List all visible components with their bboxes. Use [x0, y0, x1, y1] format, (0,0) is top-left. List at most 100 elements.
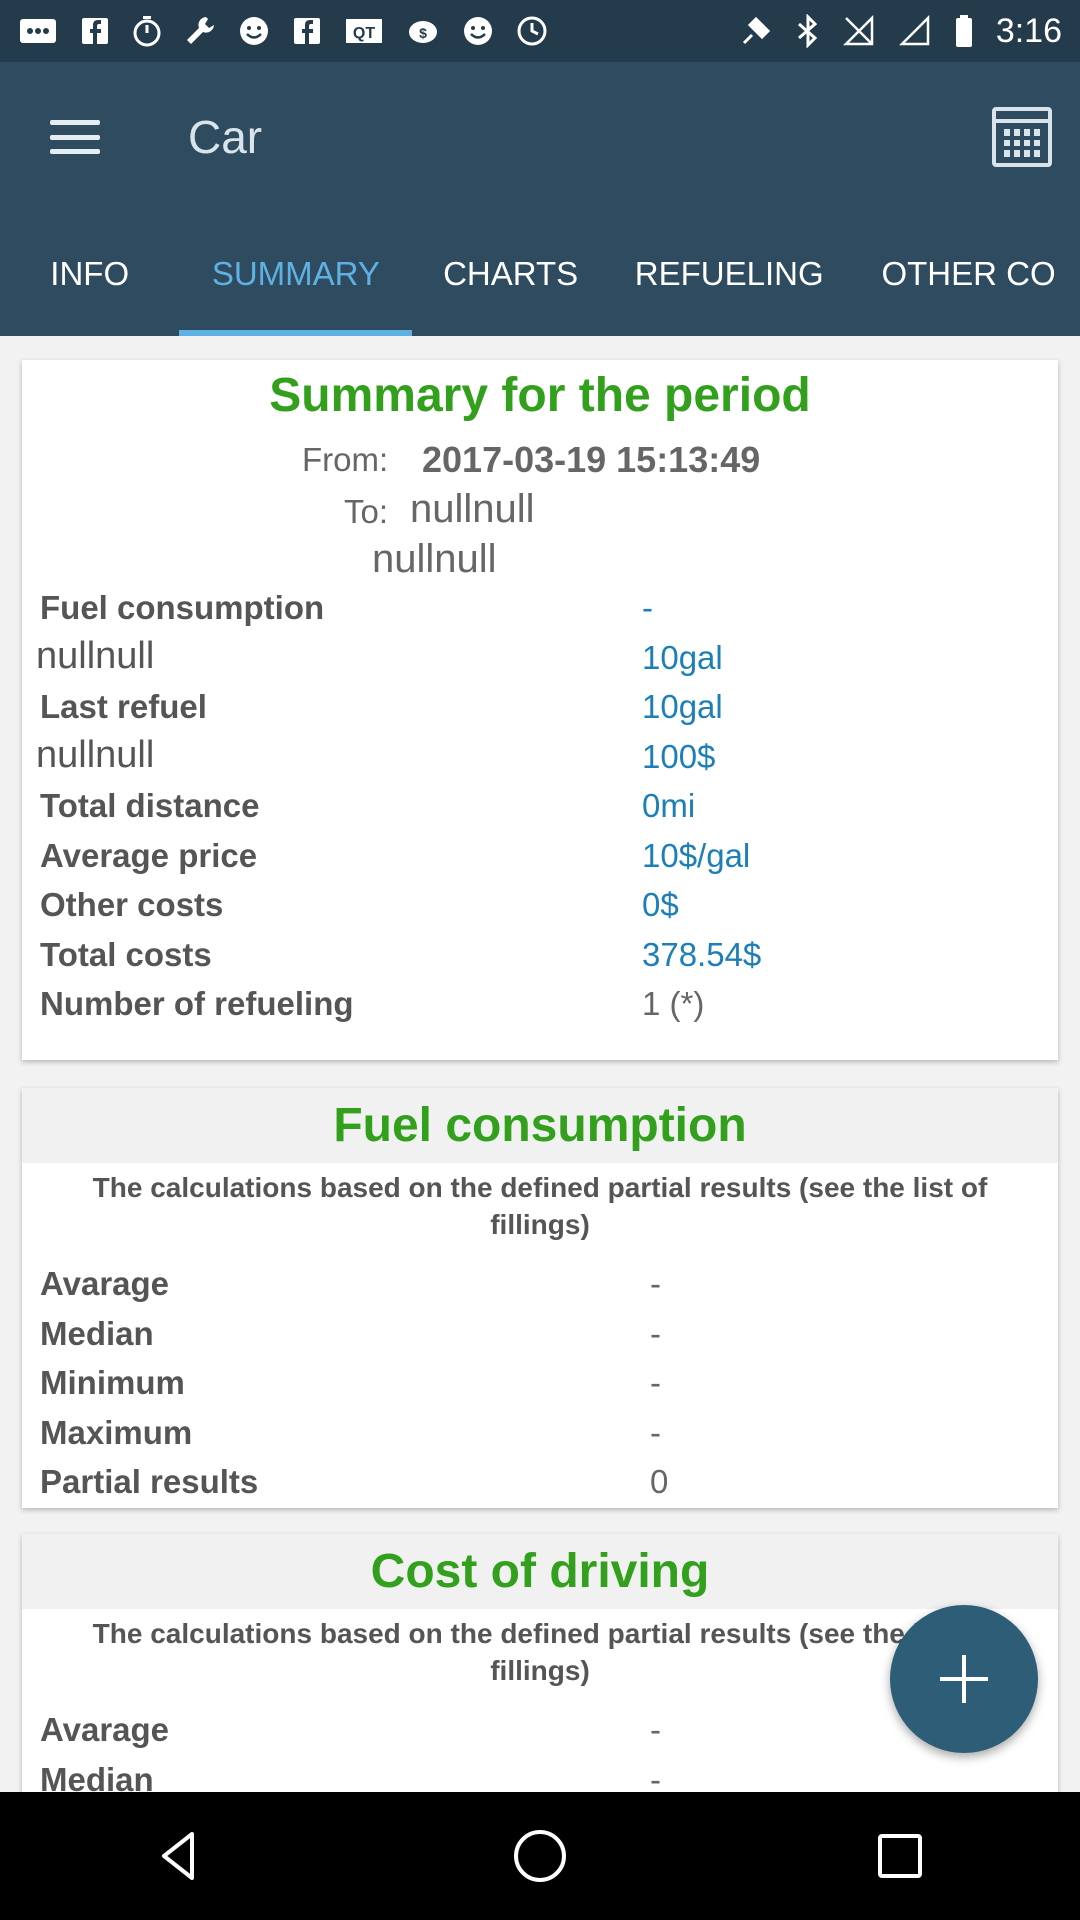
menu-button[interactable]: [0, 62, 150, 212]
status-time: 3:16: [995, 11, 1062, 50]
row-value: -: [650, 1314, 661, 1352]
back-button[interactable]: [120, 1796, 240, 1916]
row-label: Median: [40, 1314, 154, 1352]
row-value: 10gal: [642, 688, 723, 725]
fuel-row: Minimum -: [22, 1358, 1058, 1408]
tab-charts[interactable]: CHARTS: [412, 212, 609, 336]
fuel-row: Partial results 0: [22, 1457, 1058, 1507]
row-value: 378.54$: [642, 935, 762, 973]
tab-info[interactable]: INFO: [0, 212, 179, 336]
row-value: 0$: [642, 886, 679, 923]
fake-gps-icon: [742, 16, 770, 45]
summary-row: nullnull 100$: [22, 732, 1058, 782]
from-value: 2017-03-19 15:13:49: [422, 439, 761, 480]
row-label: Average price: [40, 836, 258, 874]
qt-icon: QT: [346, 19, 382, 43]
smiley-icon: [240, 17, 268, 45]
row-value: 10$/gal: [642, 836, 751, 874]
summary-row: Other costs 0$: [22, 880, 1058, 930]
plus-icon: [940, 1655, 988, 1703]
row-label: Last refuel: [40, 688, 207, 725]
row-value: 10gal: [642, 638, 723, 676]
period-block: From: 2017-03-19 15:13:49 To: nullnull n…: [22, 423, 1058, 583]
to-value: nullnull: [410, 487, 535, 531]
calendar-icon: [1004, 129, 1040, 157]
row-value: -: [642, 589, 653, 626]
home-button[interactable]: [480, 1796, 600, 1916]
navigation-bar: [0, 1792, 1080, 1920]
row-value: -: [650, 1265, 661, 1302]
cost-row: Median -: [22, 1755, 1058, 1793]
recents-button[interactable]: [840, 1796, 960, 1916]
tab-other-costs[interactable]: OTHER CO: [849, 212, 1080, 336]
page-title: Car: [188, 111, 263, 163]
row-value: -: [650, 1760, 661, 1793]
fuel-consumption-header: Fuel consumption: [22, 1088, 1058, 1163]
summary-row: nullnull 10gal: [22, 633, 1058, 683]
fuel-consumption-note: The calculations based on the defined pa…: [92, 1172, 988, 1240]
battery-icon: [955, 15, 972, 47]
row-value: 0: [650, 1463, 669, 1500]
row-label: Fuel consumption: [40, 589, 325, 626]
row-label: Total distance: [40, 787, 260, 824]
cost-of-driving-title: Cost of driving: [370, 1545, 710, 1598]
signal-off-icon: [842, 14, 874, 46]
row-label: Minimum: [40, 1364, 185, 1401]
summary-row: Fuel consumption -: [22, 583, 1058, 633]
fuel-row: Median -: [22, 1309, 1058, 1359]
hamburger-icon: [50, 120, 100, 154]
row-label: nullnull: [36, 733, 155, 776]
row-label: Avarage: [40, 1265, 170, 1302]
facebook-icon: [294, 18, 320, 44]
to-value-2: nullnull: [372, 537, 497, 581]
row-label: Partial results: [40, 1463, 259, 1500]
row-label: Median: [40, 1760, 154, 1793]
cost-of-driving-header: Cost of driving: [22, 1534, 1058, 1609]
home-icon: [514, 1830, 566, 1882]
row-value: -: [650, 1364, 661, 1401]
system-icons: 3:16: [738, 12, 1062, 51]
summary-title: Summary for the period: [269, 369, 811, 422]
summary-row: Total costs 378.54$: [22, 930, 1058, 980]
summary-card: Summary for the period From: 2017-03-19 …: [22, 360, 1058, 1060]
app-toolbar: Car: [0, 62, 1080, 212]
dollar-pig-icon: $: [409, 21, 437, 43]
smiley-icon: [464, 17, 492, 45]
row-value: -: [650, 1413, 661, 1451]
fuel-row: Maximum -: [22, 1408, 1058, 1458]
fuel-consumption-title: Fuel consumption: [333, 1099, 747, 1152]
add-button[interactable]: [890, 1605, 1038, 1753]
row-value: -: [650, 1711, 661, 1748]
fuel-row: Avarage -: [22, 1259, 1058, 1309]
row-label: nullnull: [36, 634, 155, 677]
row-value: 100$: [642, 737, 716, 775]
row-label: Maximum: [40, 1413, 193, 1451]
calendar-button[interactable]: [992, 107, 1052, 167]
svg-text:QT: QT: [353, 25, 375, 42]
row-label: Total costs: [40, 935, 212, 973]
data-off-icon: [898, 14, 930, 46]
row-value: 1 (*): [642, 985, 705, 1022]
summary-row: Average price 10$/gal: [22, 831, 1058, 881]
tab-refueling[interactable]: REFUELING: [609, 212, 850, 336]
to-label: To:: [344, 493, 389, 530]
summary-row: Last refuel 10gal: [22, 682, 1058, 732]
facebook-icon: [82, 18, 108, 44]
recents-icon: [878, 1834, 922, 1878]
status-bar: QT $ 3:16: [0, 0, 1080, 62]
summary-row: Total distance 0mi: [22, 781, 1058, 831]
content-scroll[interactable]: Summary for the period From: 2017-03-19 …: [0, 336, 1080, 1792]
row-value: 0mi: [642, 787, 696, 824]
tab-summary[interactable]: SUMMARY: [179, 212, 413, 336]
row-label: Avarage: [40, 1711, 170, 1748]
tab-bar: INFO SUMMARY CHARTS REFUELING OTHER CO: [0, 212, 1080, 336]
svg-text:$: $: [419, 25, 427, 41]
back-icon: [162, 1832, 194, 1880]
wrench-icon: [187, 17, 214, 44]
row-label: Other costs: [40, 886, 224, 923]
from-label: From:: [302, 441, 389, 478]
summary-row: Number of refueling 1 (*): [22, 979, 1058, 1029]
fuel-consumption-card: Fuel consumption The calculations based …: [22, 1088, 1058, 1508]
row-label: Number of refueling: [40, 985, 354, 1022]
notification-icons: QT $: [18, 15, 548, 47]
